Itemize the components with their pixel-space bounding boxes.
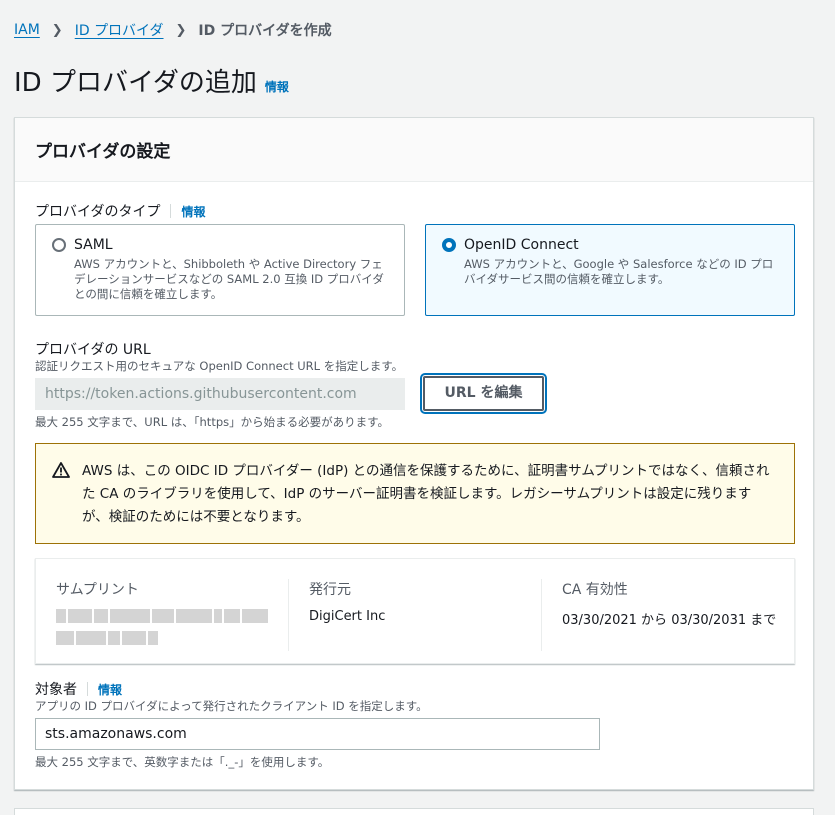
audience-info-link[interactable]: 情報: [98, 681, 122, 698]
breadcrumb-iam-link[interactable]: IAM: [14, 22, 40, 38]
breadcrumb-current: ID プロバイダを作成: [198, 23, 332, 39]
page-info-link[interactable]: 情報: [265, 78, 289, 95]
page-header: ID プロバイダの追加 情報: [14, 62, 289, 99]
provider-type-label-row: プロバイダのタイプ 情報: [35, 201, 205, 221]
label-divider: [87, 682, 88, 696]
panel-title: プロバイダの設定: [35, 142, 171, 162]
warning-icon: [52, 462, 70, 478]
issuer-value: DigiCert Inc: [309, 609, 386, 624]
certificate-details: サムプリント 発行元 DigiCert Inc CA 有効性 03/30/202…: [35, 558, 795, 664]
provider-url-input[interactable]: https://token.actions.githubusercontent.…: [35, 378, 405, 410]
thumbprint-label: サムプリント: [56, 582, 139, 598]
audience-description: アプリの ID プロバイダによって発行されたクライアント ID を指定します。: [35, 699, 428, 713]
audience-input[interactable]: sts.amazonaws.com: [35, 718, 600, 750]
provider-url-description: 認証リクエスト用のセキュアな OpenID Connect URL を指定します…: [35, 359, 404, 373]
edit-url-button[interactable]: URL を編集: [420, 373, 547, 414]
thumbprint-value-redacted: [56, 609, 278, 645]
page-title: ID プロバイダの追加: [14, 68, 257, 98]
openid-connect-option-description: AWS アカウントと、Google や Salesforce などの ID プロ…: [464, 257, 774, 286]
validity-label: CA 有効性: [562, 582, 628, 598]
chevron-right-icon: ❯: [175, 22, 187, 38]
warning-text: AWS は、この OIDC ID プロバイダー (IdP) との通信を保護するた…: [82, 463, 770, 525]
chevron-right-icon: ❯: [51, 22, 63, 38]
warning-alert: AWS は、この OIDC ID プロバイダー (IdP) との通信を保護するた…: [35, 443, 795, 544]
audience-label-row: 対象者 情報: [35, 679, 122, 699]
audience-label: 対象者: [35, 682, 77, 698]
provider-type-label: プロバイダのタイプ: [35, 204, 161, 220]
thumbprint-column: サムプリント: [36, 579, 289, 651]
saml-option-title: SAML: [74, 237, 113, 253]
openid-connect-option-tile[interactable]: OpenID Connect AWS アカウントと、Google や Sales…: [425, 224, 795, 316]
saml-radio[interactable]: [52, 238, 66, 252]
breadcrumb: IAM ❯ ID プロバイダ ❯ ID プロバイダを作成: [14, 20, 332, 40]
provider-settings-panel: プロバイダの設定 プロバイダのタイプ 情報 SAML AWS アカウントと、Sh…: [14, 117, 814, 790]
provider-url-constraint: 最大 255 文字まで、URL は、「https」から始まる必要があります。: [35, 415, 389, 429]
saml-option-tile[interactable]: SAML AWS アカウントと、Shibboleth や Active Dire…: [35, 224, 405, 316]
openid-connect-option-title: OpenID Connect: [464, 237, 579, 253]
next-panel-edge: [14, 808, 814, 815]
validity-column: CA 有効性 03/30/2021 から 03/30/2031 まで: [542, 579, 794, 651]
panel-header: プロバイダの設定: [15, 118, 813, 182]
openid-connect-radio[interactable]: [442, 238, 456, 252]
validity-value: 03/30/2021 から 03/30/2031 まで: [562, 613, 777, 628]
issuer-column: 発行元 DigiCert Inc: [289, 579, 542, 651]
label-divider: [170, 204, 172, 218]
provider-type-info-link[interactable]: 情報: [181, 203, 205, 220]
breadcrumb-id-provider-link[interactable]: ID プロバイダ: [75, 20, 164, 40]
provider-url-label: プロバイダの URL: [35, 342, 151, 358]
issuer-label: 発行元: [309, 582, 351, 598]
saml-option-description: AWS アカウントと、Shibboleth や Active Directory…: [74, 257, 384, 301]
audience-constraint: 最大 255 文字まで、英数字または「._-」を使用します。: [35, 755, 330, 769]
